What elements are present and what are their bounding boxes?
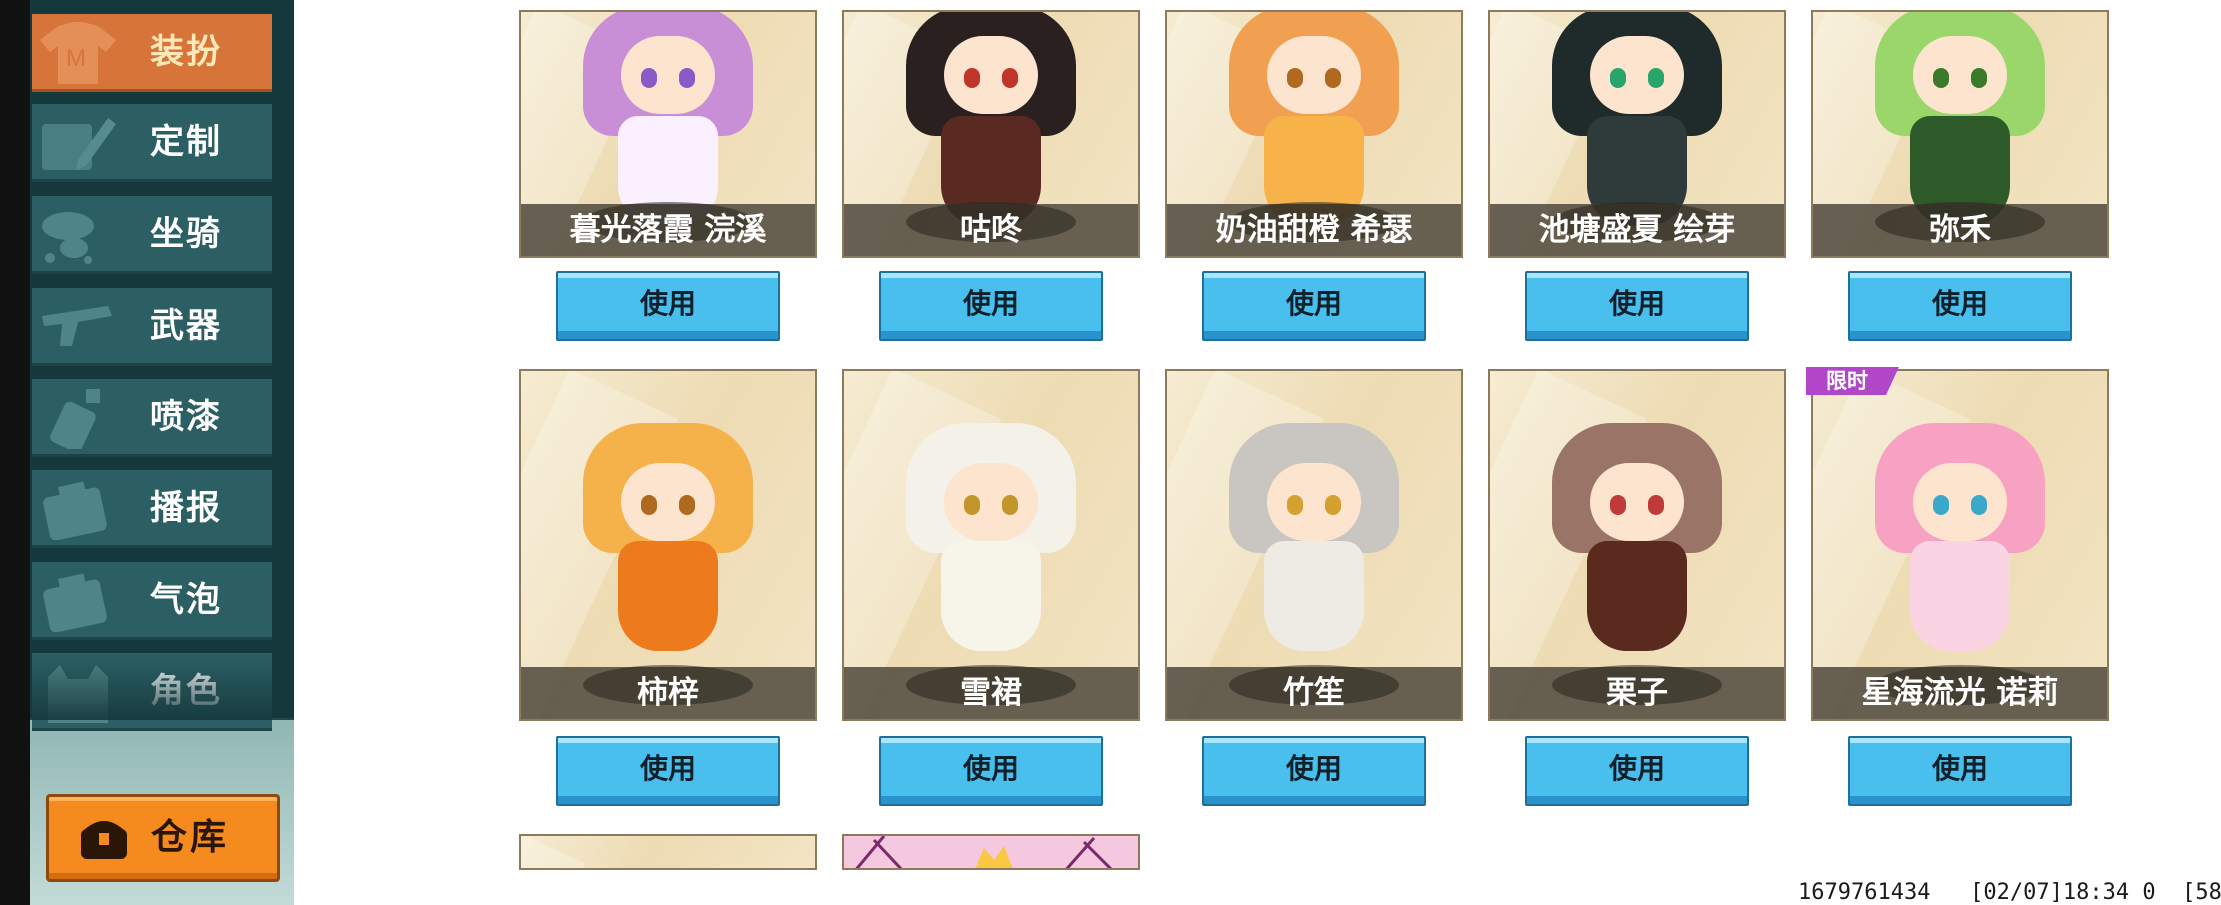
use-button[interactable]: 使用 (1202, 736, 1426, 806)
outfit-name: 柿梓 (637, 675, 699, 711)
outfit-card[interactable]: 雪裙 (842, 369, 1140, 721)
outfit-card[interactable]: 咕咚 (842, 10, 1140, 258)
spray-can-icon (50, 389, 100, 449)
tab-spray[interactable]: 喷漆 (32, 379, 272, 457)
use-button[interactable]: 使用 (1202, 271, 1426, 341)
outfit-name-band: 竹笙 (1167, 665, 1461, 719)
outfit-name: 弥禾 (1929, 212, 1991, 248)
outfit-card[interactable]: 弥禾 (1811, 10, 2109, 258)
outfit-name-band: 柿梓 (521, 665, 815, 719)
outfit-preview-art (844, 836, 1138, 868)
outfit-card[interactable]: 星海流光 诺莉 (1811, 369, 2109, 721)
tab-label: 坐骑 (150, 214, 222, 254)
mount-icon (42, 212, 94, 264)
tab-label: 定制 (150, 122, 222, 162)
shirt-icon: M (40, 22, 116, 84)
bubble-box-icon (43, 573, 107, 632)
outfit-name-band: 星海流光 诺莉 (1813, 665, 2107, 719)
character-avatar (1229, 12, 1399, 226)
tab-weapons[interactable]: 武器 (32, 288, 272, 366)
tab-label: 喷漆 (150, 397, 222, 437)
outfit-card[interactable]: 柿梓 (519, 369, 817, 721)
tab-label: 气泡 (150, 580, 222, 620)
use-button[interactable]: 使用 (1525, 271, 1749, 341)
character-avatar (583, 423, 753, 673)
outfit-card[interactable]: 奶油甜橙 希瑟 (1165, 10, 1463, 258)
character-avatar (1552, 423, 1722, 673)
tab-mounts[interactable]: 坐骑 (32, 196, 272, 274)
outfit-name: 雪裙 (960, 675, 1022, 711)
outfit-card[interactable]: 池塘盛夏 绘芽 (1488, 10, 1786, 258)
status-text: 1679761434 [02/07]18:34 0 [58]1.23.0 (1798, 880, 2221, 905)
outfit-name: 咕咚 (960, 212, 1022, 248)
limited-time-badge: 限时 (1806, 367, 1899, 395)
outfit-name-band: 咕咚 (844, 202, 1138, 256)
outfit-name-band: 弥禾 (1813, 202, 2107, 256)
use-button[interactable]: 使用 (556, 736, 780, 806)
character-avatar (583, 12, 753, 226)
outfit-name-band: 雪裙 (844, 665, 1138, 719)
outfit-card[interactable]: 栗子 (1488, 369, 1786, 721)
tab-character[interactable]: 角色 (32, 653, 272, 731)
treasure-chest-icon (81, 821, 127, 859)
gun-icon (42, 306, 112, 346)
character-avatar (1229, 423, 1399, 673)
use-button[interactable]: 使用 (879, 736, 1103, 806)
warehouse-button[interactable]: 仓库 (46, 794, 280, 882)
tab-customize[interactable]: 定制 (32, 104, 272, 182)
character-avatar (1552, 12, 1722, 226)
use-button[interactable]: 使用 (1525, 736, 1749, 806)
outfit-name: 奶油甜橙 希瑟 (1215, 212, 1413, 248)
outfit-name: 星海流光 诺莉 (1861, 675, 2059, 711)
broadcast-box-icon (43, 481, 107, 540)
outfit-name-band: 池塘盛夏 绘芽 (1490, 202, 1784, 256)
outfit-name-band: 暮光落霞 浣溪 (521, 202, 815, 256)
screen-edge (0, 0, 30, 905)
character-avatar (1875, 423, 2045, 673)
outfit-name-band: 栗子 (1490, 665, 1784, 719)
outfit-card[interactable] (519, 834, 817, 870)
outfit-name: 暮光落霞 浣溪 (569, 212, 767, 248)
outfit-card[interactable]: 暮光落霞 浣溪 (519, 10, 817, 258)
character-face-icon (48, 665, 108, 723)
outfit-name: 竹笙 (1283, 675, 1345, 711)
character-avatar (1875, 12, 2045, 226)
character-avatar (906, 423, 1076, 673)
use-button[interactable]: 使用 (1848, 271, 2072, 341)
use-button[interactable]: 使用 (879, 271, 1103, 341)
tab-label: 装扮 (150, 32, 222, 72)
outfit-name: 栗子 (1606, 675, 1668, 711)
use-button[interactable]: 使用 (556, 271, 780, 341)
outfit-name-band: 奶油甜橙 希瑟 (1167, 202, 1461, 256)
outfit-name: 池塘盛夏 绘芽 (1538, 212, 1736, 248)
tab-dress-up[interactable]: M 装扮 (32, 14, 272, 92)
use-button[interactable]: 使用 (1848, 736, 2072, 806)
character-avatar (906, 12, 1076, 226)
svg-text:M: M (66, 45, 86, 72)
tab-bubble[interactable]: 气泡 (32, 562, 272, 640)
pencil-icon (42, 118, 116, 170)
tab-label: 播报 (150, 488, 222, 528)
warehouse-label: 仓库 (151, 817, 230, 858)
outfit-card[interactable] (842, 834, 1140, 870)
outfit-card[interactable]: 竹笙 (1165, 369, 1463, 721)
tab-broadcast[interactable]: 播报 (32, 470, 272, 548)
tab-label: 武器 (150, 306, 222, 346)
tab-label: 角色 (150, 671, 222, 711)
